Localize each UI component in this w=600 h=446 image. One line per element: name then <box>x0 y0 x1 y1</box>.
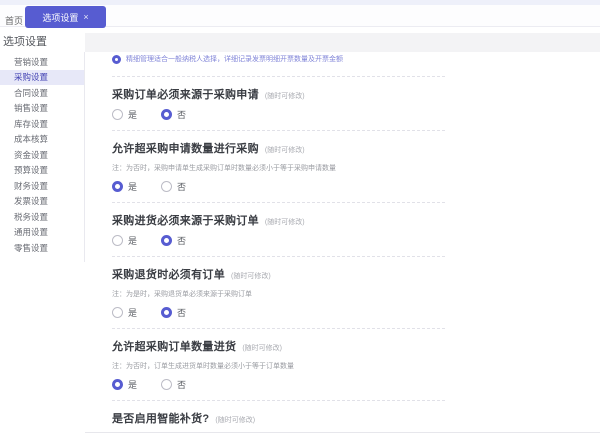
radio-label: 否 <box>177 234 186 247</box>
partial-option-label: 精细管理适合一般纳税人选择，详细记录发票明细开票数量及开票金额 <box>126 54 343 64</box>
radio-row: 是 否 <box>112 378 445 391</box>
radio-button[interactable] <box>161 109 172 120</box>
modifiable-hint: (随时可修改) <box>215 415 255 425</box>
modifiable-hint: (随时可修改) <box>242 343 282 353</box>
radio-button[interactable] <box>112 235 123 246</box>
radio-button[interactable] <box>112 307 123 318</box>
radio-button[interactable] <box>112 109 123 120</box>
tab-home[interactable]: 首页 <box>5 10 23 32</box>
radio-label: 是 <box>128 180 137 193</box>
setting-head: 采购退货时必须有订单 (随时可修改) <box>112 266 445 282</box>
radio-option[interactable]: 否 <box>161 234 186 247</box>
radio-label: 是 <box>128 234 137 247</box>
radio-row: 是 否 <box>112 234 445 247</box>
tab-close-icon[interactable]: × <box>83 13 88 22</box>
radio-label: 否 <box>177 306 186 319</box>
tab-options-settings[interactable]: 选项设置 × <box>25 6 106 28</box>
radio-button[interactable] <box>112 379 123 390</box>
options-settings-page: 首页 选项设置 × 选项设置 营销设置采购设置合同设置销售设置库存设置成本核算资… <box>0 0 600 446</box>
setting-title: 是否启用智能补货? <box>112 410 209 426</box>
radio-option[interactable]: 是 <box>112 378 137 391</box>
modifiable-hint: (随时可修改) <box>265 91 305 101</box>
setting-head: 允许超采购订单数量进货 (随时可修改) <box>112 338 445 354</box>
radio-button[interactable] <box>112 181 123 192</box>
sidebar-item[interactable]: 合同设置 <box>0 85 84 101</box>
sidebar-item[interactable]: 财务设置 <box>0 178 84 194</box>
sidebar-item[interactable]: 营销设置 <box>0 54 84 70</box>
setting-block: 采购退货时必须有订单 (随时可修改) 注：为是时，采购退货单必须来源于采购订单 … <box>112 257 445 329</box>
sidebar-item[interactable]: 成本核算 <box>0 132 84 148</box>
radio-label: 否 <box>177 378 186 391</box>
setting-block: 采购订单必须来源于采购申请 (随时可修改) 是 否 <box>112 77 445 131</box>
setting-note: 注：为否时，订单生成进货单时数量必须小于等于订单数量 <box>112 362 412 372</box>
setting-title: 允许超采购订单数量进货 <box>112 338 236 354</box>
setting-head: 采购进货必须来源于采购订单 (随时可修改) <box>112 212 445 228</box>
sidebar-item[interactable]: 零售设置 <box>0 240 84 256</box>
sidebar-item[interactable]: 通用设置 <box>0 225 84 241</box>
radio-label: 是 <box>128 108 137 121</box>
sidebar-item[interactable]: 采购设置 <box>0 70 84 86</box>
settings-sidebar: 营销设置采购设置合同设置销售设置库存设置成本核算资金设置预算设置财务设置发票设置… <box>0 52 85 262</box>
sidebar-item[interactable]: 发票设置 <box>0 194 84 210</box>
setting-note: 注：为是时，采购退货单必须来源于采购订单 <box>112 290 412 300</box>
radio-option[interactable]: 是 <box>112 306 137 319</box>
sidebar-item[interactable]: 库存设置 <box>0 116 84 132</box>
radio-button[interactable] <box>161 379 172 390</box>
modifiable-hint: (随时可修改) <box>231 271 271 281</box>
partial-option-row[interactable]: 精细管理适合一般纳税人选择，详细记录发票明细开票数量及开票金额 <box>112 52 445 77</box>
radio-option[interactable]: 否 <box>161 108 186 121</box>
setting-head: 允许超采购申请数量进行采购 (随时可修改) <box>112 140 445 156</box>
sidebar-item[interactable]: 资金设置 <box>0 147 84 163</box>
radio-option[interactable]: 否 <box>161 378 186 391</box>
setting-head: 是否启用智能补货? (随时可修改) <box>112 410 445 426</box>
radio-option[interactable]: 否 <box>161 306 186 319</box>
radio-label: 否 <box>177 180 186 193</box>
modifiable-hint: (随时可修改) <box>265 217 305 227</box>
setting-title: 允许超采购申请数量进行采购 <box>112 140 259 156</box>
radio-option[interactable]: 是 <box>112 180 137 193</box>
radio-option[interactable]: 是 <box>112 234 137 247</box>
radio-label: 是 <box>128 306 137 319</box>
radio-button[interactable] <box>161 235 172 246</box>
sidebar-item[interactable]: 税务设置 <box>0 209 84 225</box>
modifiable-hint: (随时可修改) <box>265 145 305 155</box>
radio-option[interactable]: 是 <box>112 108 137 121</box>
radio-row: 是 否 <box>112 306 445 319</box>
radio-row: 是 否 <box>112 108 445 121</box>
radio-button[interactable] <box>161 307 172 318</box>
setting-note: 注：为否时，采购申请单生成采购订单时数量必须小于等于采购申请数量 <box>112 164 412 174</box>
radio-label: 否 <box>177 108 186 121</box>
setting-block: 采购进货必须来源于采购订单 (随时可修改) 是 否 <box>112 203 445 257</box>
setting-title: 采购订单必须来源于采购申请 <box>112 86 259 102</box>
page-title: 选项设置 <box>3 33 47 49</box>
settings-content-panel: 精细管理适合一般纳税人选择，详细记录发票明细开票数量及开票金额 采购订单必须来源… <box>85 52 600 432</box>
tab-options-settings-label: 选项设置 <box>42 11 78 24</box>
sidebar-item[interactable]: 预算设置 <box>0 163 84 179</box>
setting-block: 允许超采购订单数量进货 (随时可修改) 注：为否时，订单生成进货单时数量必须小于… <box>112 329 445 401</box>
radio-button[interactable] <box>161 181 172 192</box>
setting-title: 采购退货时必须有订单 <box>112 266 225 282</box>
content-top-gutter <box>85 33 600 52</box>
setting-block: 允许超采购申请数量进行采购 (随时可修改) 注：为否时，采购申请单生成采购订单时… <box>112 131 445 203</box>
setting-block: 是否启用智能补货? (随时可修改) 注：启用智能补货，需要注意最低最高库存、参考… <box>112 401 445 432</box>
tab-bar: 首页 选项设置 × <box>0 5 600 27</box>
sidebar-item[interactable]: 销售设置 <box>0 101 84 117</box>
radio-button[interactable] <box>112 55 121 64</box>
footer-divider <box>85 432 600 433</box>
radio-option[interactable]: 否 <box>161 180 186 193</box>
radio-label: 是 <box>128 378 137 391</box>
setting-head: 采购订单必须来源于采购申请 (随时可修改) <box>112 86 445 102</box>
setting-title: 采购进货必须来源于采购订单 <box>112 212 259 228</box>
radio-row: 是 否 <box>112 180 445 193</box>
